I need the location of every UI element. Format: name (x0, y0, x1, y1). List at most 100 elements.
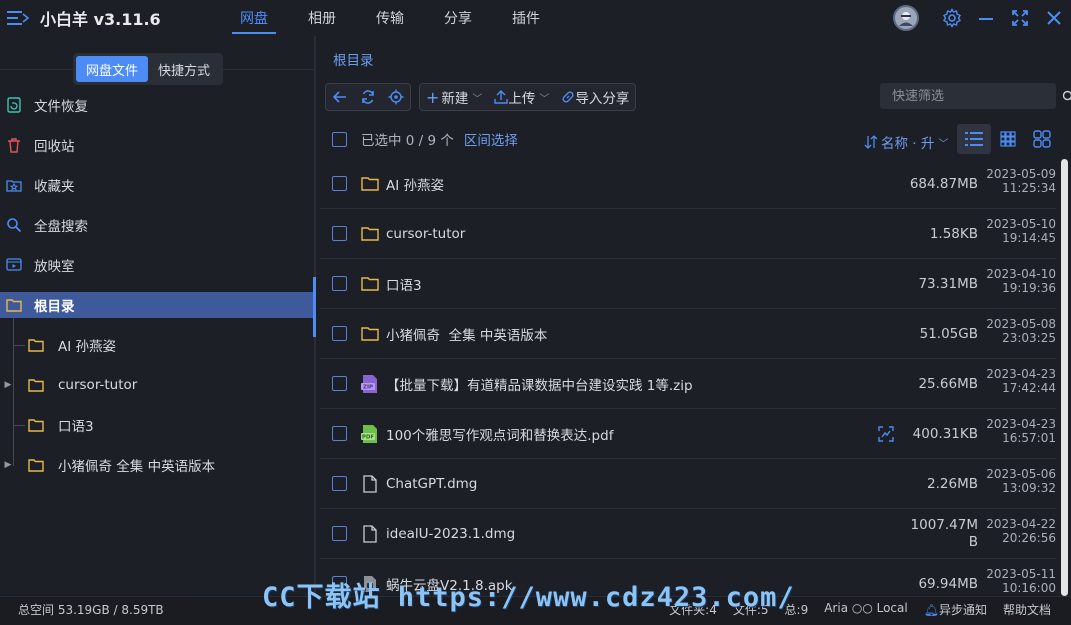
tree-item[interactable]: AI 孙燕姿 (0, 332, 314, 358)
time-line: 13:09:32 (1002, 481, 1056, 495)
file-recover-icon (2, 97, 26, 113)
date-line: 2023-05-10 (986, 217, 1056, 231)
expand-arrow-icon[interactable]: ▶ (0, 460, 16, 470)
locate-icon[interactable] (382, 84, 410, 110)
file-name: 小猪佩奇 全集 中英语版本 (386, 327, 548, 344)
row-checkbox[interactable] (332, 376, 347, 391)
row-checkbox[interactable] (332, 476, 347, 491)
import-share-button[interactable]: 导入分享 (555, 84, 635, 110)
folder-icon (2, 298, 26, 312)
breadcrumb[interactable]: 根目录 (333, 49, 374, 69)
help-docs-link[interactable]: 帮助文档 (1003, 601, 1051, 618)
row-checkbox[interactable] (332, 176, 347, 191)
file-icon (360, 474, 380, 493)
star-folder-icon (2, 177, 26, 193)
file-row[interactable]: cursor-tutor 1.58KB 2023-05-10 19:14:45 (320, 209, 1056, 259)
sidebar-item-favorites[interactable]: 收藏夹 (0, 172, 314, 198)
file-row[interactable]: 小猪佩奇 全集 中英语版本 51.05GB 2023-05-08 23:03:25 (320, 309, 1056, 359)
tab-album[interactable]: 相册 (288, 0, 356, 36)
close-icon[interactable] (1037, 0, 1071, 36)
sidebar-item-root[interactable]: 根目录 (0, 292, 314, 318)
file-date: 2023-05-06 13:09:32 (981, 467, 1056, 495)
avatar[interactable] (893, 5, 919, 31)
tab-plugins[interactable]: 插件 (492, 0, 560, 36)
tree-item-label: 小猪佩奇 全集 中英语版本 (58, 459, 216, 475)
settings-gear-icon[interactable] (935, 0, 969, 36)
tab-netdisk[interactable]: 网盘 (220, 0, 288, 36)
large-grid-view-icon[interactable] (1025, 124, 1059, 154)
tree-item[interactable]: ▶ 小猪佩奇 全集 中英语版本 (0, 452, 314, 478)
folder-icon (360, 276, 380, 291)
file-row[interactable]: idealU-2023.1.dmg 1007.47MB 2023-04-22 20… (320, 509, 1056, 559)
row-checkbox[interactable] (332, 426, 347, 441)
watermark: CC下载站 https://www.cdz423.com/ (262, 582, 795, 613)
row-checkbox[interactable] (332, 326, 347, 341)
date-line: 2023-05-06 (986, 467, 1056, 481)
expand-arrow-icon[interactable]: ▶ (0, 380, 16, 390)
file-size: 2.26MB (927, 476, 978, 492)
sidebar-item-file-recovery[interactable]: 文件恢复 (0, 92, 314, 118)
upload-label: 上传 (508, 91, 536, 107)
tab-share[interactable]: 分享 (424, 0, 492, 36)
file-row[interactable]: 口语3 73.31MB 2023-04-10 19:19:36 (320, 259, 1056, 309)
sidebar-item-global-search[interactable]: 全盘搜索 (0, 212, 314, 238)
app-title: 小白羊 v3.11.6 (40, 10, 161, 29)
tree-item-label: cursor-tutor (58, 377, 138, 393)
chevron-down-icon: ﹀ (472, 93, 483, 105)
file-row[interactable]: PDF 100个雅思写作观点词和替换表达.pdf 400.31KB 2023-0… (320, 409, 1056, 459)
range-select-link[interactable]: 区间选择 (464, 129, 518, 149)
file-name: idealU-2023.1.dmg (386, 525, 516, 542)
back-arrow-icon[interactable] (326, 84, 354, 110)
segment-shortcuts[interactable]: 快捷方式 (148, 56, 220, 82)
sidebar-item-label: 回收站 (34, 139, 75, 155)
tree-item[interactable]: 口语3 (0, 412, 314, 438)
grid-view-icon[interactable] (991, 124, 1025, 154)
date-line: 2023-04-22 (986, 517, 1056, 531)
file-row[interactable]: ZIP 【批量下载】有道精品课数据中台建设实践 1等.zip 25.66MB 2… (320, 359, 1056, 409)
row-checkbox[interactable] (332, 226, 347, 241)
chevron-down-icon: ﹀ (938, 138, 949, 150)
selection-count: 已选中 0 / 9 个 (361, 133, 454, 149)
toolbar: + 新建 ﹀ 上传 ﹀ 导入分享 (325, 83, 637, 111)
file-date: 2023-04-23 17:42:44 (981, 367, 1056, 395)
row-checkbox[interactable] (332, 276, 347, 291)
sidebar-item-recycle-bin[interactable]: 回收站 (0, 132, 314, 158)
file-row[interactable]: AI 孙燕姿 684.87MB 2023-05-09 11:25:34 (320, 159, 1056, 209)
list-header: 已选中 0 / 9 个 区间选择 名称 · 升 ﹀ (316, 124, 1071, 154)
file-row[interactable]: ChatGPT.dmg 2.26MB 2023-05-06 13:09:32 (320, 459, 1056, 509)
folder-icon (26, 458, 46, 472)
file-panel: 根目录 +新建﹀ 上传﹀ 导入分享 已选中 0 / 9 个 区间选择 名 (316, 36, 1071, 596)
list-view-icon[interactable] (957, 124, 991, 154)
aria-status[interactable]: Aria ○○ Local (824, 601, 908, 618)
view-switcher (957, 124, 1059, 154)
minimize-icon[interactable] (969, 0, 1003, 36)
sidebar: 网盘文件 快捷方式 文件恢复 回收站 收藏夹 全盘搜索 放映室 根目录 AI 孙… (0, 36, 314, 596)
select-all-checkbox[interactable] (332, 131, 347, 147)
storage-space: 总空间 53.19GB / 8.59TB (18, 603, 164, 617)
sidebar-item-label: 放映室 (34, 259, 75, 275)
upload-button[interactable]: 上传 ﹀ (488, 84, 555, 110)
refresh-icon[interactable] (354, 84, 382, 110)
row-checkbox[interactable] (332, 526, 347, 541)
segment-netdisk-files[interactable]: 网盘文件 (76, 56, 149, 82)
file-name: 【批量下载】有道精品课数据中台建设实践 1等.zip (386, 377, 693, 394)
async-notify[interactable]: 🔔︎异步通知 (924, 601, 987, 618)
scrollbar[interactable] (1060, 159, 1068, 596)
folder-icon (360, 326, 380, 341)
quick-filter-input[interactable] (880, 88, 1062, 104)
maximize-icon[interactable] (1003, 0, 1037, 36)
tree-item[interactable]: ▶ cursor-tutor (0, 372, 314, 398)
quick-filter (880, 83, 1071, 109)
sidebar-item-screening-room[interactable]: 放映室 (0, 252, 314, 278)
tab-transfer[interactable]: 传输 (356, 0, 424, 36)
tree-item-label: 口语3 (58, 419, 94, 435)
sort-dropdown[interactable]: 名称 · 升 ﹀ (864, 132, 948, 152)
scrollbar-thumb[interactable] (1061, 159, 1068, 596)
file-size: 400.31KB (912, 426, 978, 442)
new-button[interactable]: + 新建 ﹀ (420, 84, 488, 110)
file-size: 25.66MB (918, 376, 978, 392)
menu-toggle-icon[interactable] (0, 0, 36, 36)
time-line: 17:42:44 (1002, 381, 1056, 395)
file-size: 73.31MB (918, 276, 978, 292)
search-icon[interactable] (1062, 90, 1071, 103)
